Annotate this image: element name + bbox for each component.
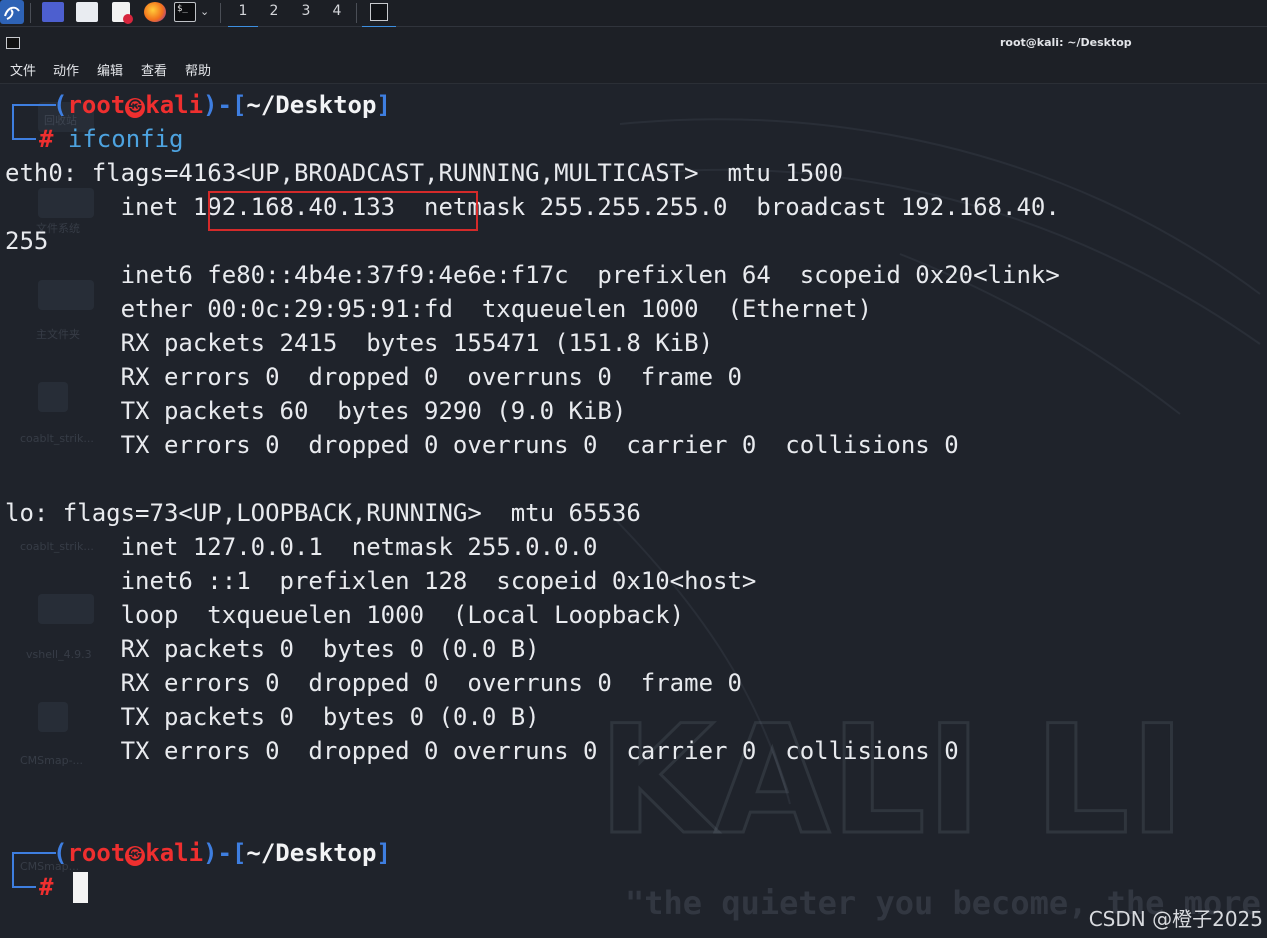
- window-titlebar: root@kali: ~/Desktop: [0, 27, 1267, 61]
- output-line: RX errors 0 dropped 0 overruns 0 frame 0: [5, 363, 742, 391]
- output-line: lo: flags=73<UP,LOOPBACK,RUNNING> mtu 65…: [5, 499, 641, 527]
- output-line: RX packets 2415 bytes 155471 (151.8 KiB): [5, 329, 714, 357]
- prompt-host: kali: [145, 91, 204, 119]
- root-hash: #: [39, 125, 54, 153]
- kali-menu-icon[interactable]: [0, 0, 24, 24]
- output-line: inet6 ::1 prefixlen 128 scopeid 0x10<hos…: [5, 567, 757, 595]
- menu-edit[interactable]: 编辑: [97, 63, 123, 81]
- command-line: #: [5, 870, 53, 904]
- workspace-3[interactable]: 3: [291, 0, 321, 26]
- prompt-path: ~/Desktop: [246, 839, 377, 867]
- terminal-icon: [370, 3, 388, 21]
- terminal-launcher-icon[interactable]: $_: [174, 2, 196, 22]
- window-title: root@kali: ~/Desktop: [1000, 36, 1132, 49]
- output-line: TX packets 60 bytes 9290 (9.0 KiB): [5, 397, 627, 425]
- root-hash: #: [39, 873, 54, 901]
- output-line: inet 127.0.0.1 netmask 255.0.0.0: [5, 533, 598, 561]
- file-manager-icon[interactable]: [76, 2, 98, 22]
- command-line: # ifconfig: [5, 122, 184, 156]
- ip-highlight-box: [208, 191, 478, 231]
- taskbar-separator: [220, 3, 221, 23]
- output-line: inet6 fe80::4b4e:37f9:4e6e:f17c prefixle…: [5, 261, 1060, 289]
- text-editor-icon[interactable]: [112, 2, 133, 24]
- output-line: RX packets 0 bytes 0 (0.0 B): [5, 635, 540, 663]
- chevron-down-icon[interactable]: ⌄: [200, 2, 214, 24]
- output-line: RX errors 0 dropped 0 overruns 0 frame 0: [5, 669, 742, 697]
- menu-help[interactable]: 帮助: [185, 63, 211, 81]
- output-line: ether 00:0c:29:95:91:fd txqueuelen 1000 …: [5, 295, 872, 323]
- prompt-path: ~/Desktop: [246, 91, 377, 119]
- output-line: loop txqueuelen 1000 (Local Loopback): [5, 601, 685, 629]
- show-desktop-icon[interactable]: [42, 2, 64, 22]
- taskbar-window-terminal[interactable]: [362, 0, 396, 28]
- output-line: inet 192.168.40.133 netmask 255.255.255.…: [5, 193, 1060, 221]
- csdn-credit: CSDN @橙子2025: [1088, 907, 1263, 931]
- terminal-output-area[interactable]: KALI LI "the quieter you become, the mor…: [0, 84, 1267, 938]
- typed-command: ifconfig: [67, 125, 184, 153]
- prompt-user: root: [67, 839, 126, 867]
- terminal-window-icon[interactable]: [6, 37, 20, 49]
- output-line: 255: [5, 227, 49, 255]
- output-line: TX errors 0 dropped 0 overruns 0 carrier…: [5, 431, 959, 459]
- menu-bar: 文件 动作 编辑 查看 帮助: [0, 61, 1267, 84]
- kali-skull-icon: ㉿: [125, 98, 146, 118]
- prompt-line: (root ㉿ kali)-[~/Desktop]: [53, 839, 391, 867]
- text-cursor[interactable]: [73, 872, 88, 903]
- menu-action[interactable]: 动作: [53, 63, 79, 81]
- taskbar: $_ ⌄ 1 2 3 4: [0, 0, 1267, 28]
- workspace-4[interactable]: 4: [322, 0, 352, 26]
- taskbar-separator: [30, 3, 31, 23]
- prompt-host: kali: [145, 839, 204, 867]
- kali-skull-icon: ㉿: [125, 846, 146, 866]
- menu-view[interactable]: 查看: [141, 63, 167, 81]
- prompt-line: (root ㉿ kali)-[~/Desktop]: [53, 91, 391, 119]
- menu-file[interactable]: 文件: [10, 63, 36, 81]
- output-line: eth0: flags=4163<UP,BROADCAST,RUNNING,MU…: [5, 159, 844, 187]
- prompt-user: root: [67, 91, 126, 119]
- firefox-icon[interactable]: [144, 2, 166, 22]
- output-line: TX packets 0 bytes 0 (0.0 B): [5, 703, 540, 731]
- watermark-logo-text: KALI LI: [598, 694, 1185, 868]
- workspace-2[interactable]: 2: [259, 0, 289, 26]
- output-line: TX errors 0 dropped 0 overruns 0 carrier…: [5, 737, 959, 765]
- workspace-1[interactable]: 1: [228, 0, 258, 28]
- taskbar-separator: [356, 3, 357, 23]
